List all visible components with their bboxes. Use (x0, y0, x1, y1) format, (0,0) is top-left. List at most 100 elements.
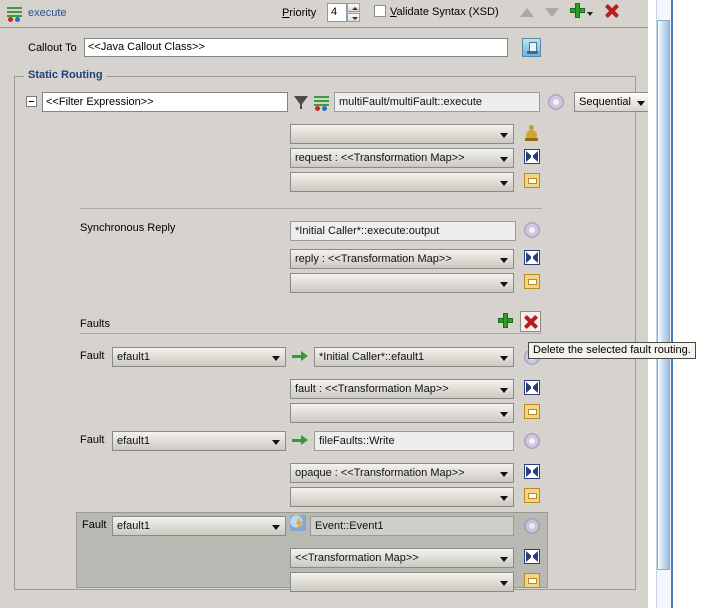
priority-stepper[interactable] (347, 3, 360, 22)
chevron-down-icon (500, 496, 508, 501)
faults-divider (80, 333, 542, 334)
service-icon (6, 5, 23, 22)
funnel-icon[interactable] (294, 95, 308, 109)
chevron-down-icon (500, 581, 508, 586)
priority-decrement-button[interactable] (347, 13, 360, 22)
fault-name-select[interactable]: efault1 (112, 431, 286, 451)
fault-assign-select[interactable] (290, 572, 514, 592)
routing-target-input[interactable]: multiFault/multiFault::execute (334, 92, 540, 112)
event-bolt-icon (290, 515, 306, 531)
fault-transform-select[interactable]: <<Transformation Map>> (290, 548, 514, 568)
chevron-down-icon (500, 133, 508, 138)
chevron-down-icon (500, 557, 508, 562)
arrow-up-icon[interactable] (520, 8, 534, 17)
outer-background (673, 0, 702, 608)
fault-name-value: efault1 (117, 435, 150, 447)
validate-syntax-checkbox[interactable]: Validate Syntax (XSD) (374, 5, 499, 18)
service-icon[interactable] (313, 94, 330, 111)
routing-mode-select[interactable]: Sequential (574, 92, 651, 112)
reply-target-input[interactable]: *Initial Caller*::execute:output (290, 221, 516, 241)
chevron-down-icon (500, 388, 508, 393)
fault-label: Fault (82, 519, 106, 531)
request-transform-value: request : <<Transformation Map>> (295, 152, 465, 164)
schema-icon[interactable] (524, 125, 541, 142)
assign-values-icon[interactable] (524, 573, 541, 590)
fault-target-select[interactable]: *Initial Caller*::efault1 (314, 347, 514, 367)
chevron-down-icon (500, 258, 508, 263)
chevron-down-icon (500, 472, 508, 477)
fault-assign-select[interactable] (290, 487, 514, 507)
validate-semantic-select[interactable] (290, 124, 514, 144)
fault-name-value: efault1 (117, 351, 150, 363)
gear-icon[interactable] (524, 518, 541, 535)
routing-editor-root: execute Priority 4 Validate Syntax (XSD)… (0, 0, 702, 608)
fault-transform-select[interactable]: fault : <<Transformation Map>> (290, 379, 514, 399)
page-title: execute (28, 7, 67, 19)
synchronous-reply-label: Synchronous Reply (80, 222, 175, 234)
panel-gap (648, 0, 656, 608)
fault-assign-select[interactable] (290, 403, 514, 423)
arrow-down-icon[interactable] (545, 8, 559, 17)
chevron-down-icon (500, 282, 508, 287)
routing-mode-value: Sequential (579, 96, 631, 108)
fault-label: Fault (80, 434, 104, 446)
green-arrow-icon (292, 435, 308, 446)
delete-fault-button[interactable] (520, 311, 541, 332)
tooltip: Delete the selected fault routing. (528, 342, 696, 359)
assign-values-icon[interactable] (524, 173, 541, 190)
checkbox-box[interactable] (374, 5, 386, 17)
faults-section-title: Faults (80, 318, 110, 330)
green-arrow-icon (292, 351, 308, 362)
assign-values-icon[interactable] (524, 274, 541, 291)
gear-icon[interactable] (524, 433, 541, 450)
reply-assign-select[interactable] (290, 273, 514, 293)
chevron-down-icon (500, 157, 508, 162)
request-assign-select[interactable] (290, 172, 514, 192)
callout-to-label: Callout To (28, 42, 77, 54)
callout-to-input[interactable]: <<Java Callout Class>> (84, 38, 508, 57)
reply-transform-select[interactable]: reply : <<Transformation Map>> (290, 249, 514, 269)
filter-expression-input[interactable]: <<Filter Expression>> (42, 92, 288, 112)
fault-target-input[interactable]: Event::Event1 (310, 516, 514, 536)
gear-icon[interactable] (524, 222, 541, 239)
fault-target-input[interactable]: fileFaults::Write (314, 431, 514, 451)
fault-name-select[interactable]: efault1 (112, 516, 286, 536)
chevron-down-icon (272, 440, 280, 445)
transform-icon[interactable] (524, 149, 541, 166)
delete-routing-button[interactable] (604, 3, 619, 21)
chevron-down-icon (500, 181, 508, 186)
section-divider (80, 208, 542, 209)
fault-label: Fault (80, 350, 104, 362)
transform-icon[interactable] (524, 380, 541, 397)
chevron-down-icon (272, 356, 280, 361)
reply-transform-value: reply : <<Transformation Map>> (295, 253, 452, 265)
chevron-down-icon (272, 525, 280, 530)
fault-transform-value: fault : <<Transformation Map>> (295, 383, 449, 395)
transform-icon[interactable] (524, 250, 541, 267)
transform-icon[interactable] (524, 464, 541, 481)
chevron-down-icon (500, 412, 508, 417)
assign-values-icon[interactable] (524, 488, 541, 505)
browse-icon[interactable] (522, 38, 541, 57)
routing-header-row: <<Filter Expression>> multiFault/multiFa… (26, 92, 626, 116)
priority-label: Priority (282, 7, 316, 19)
add-fault-button[interactable] (498, 313, 513, 331)
fault-transform-value: opaque : <<Transformation Map>> (295, 467, 465, 479)
chevron-down-icon (637, 101, 645, 106)
fault-target-value: *Initial Caller*::efault1 (319, 351, 424, 363)
fault-transform-select[interactable]: opaque : <<Transformation Map>> (290, 463, 514, 483)
priority-input[interactable]: 4 (327, 3, 347, 22)
priority-increment-button[interactable] (347, 3, 360, 12)
vertical-scrollbar-thumb[interactable] (657, 20, 670, 570)
assign-values-icon[interactable] (524, 404, 541, 421)
request-transform-select[interactable]: request : <<Transformation Map>> (290, 148, 514, 168)
add-routing-button[interactable] (570, 3, 593, 21)
validate-syntax-label: Validate Syntax (XSD) (390, 6, 499, 18)
transform-icon[interactable] (524, 549, 541, 566)
gear-icon[interactable] (548, 94, 565, 111)
editor-toolbar: execute Priority 4 Validate Syntax (XSD) (0, 0, 648, 28)
static-routing-title: Static Routing (24, 69, 107, 81)
toolbar-actions (520, 3, 627, 21)
collapse-icon[interactable] (26, 96, 37, 107)
fault-name-select[interactable]: efault1 (112, 347, 286, 367)
